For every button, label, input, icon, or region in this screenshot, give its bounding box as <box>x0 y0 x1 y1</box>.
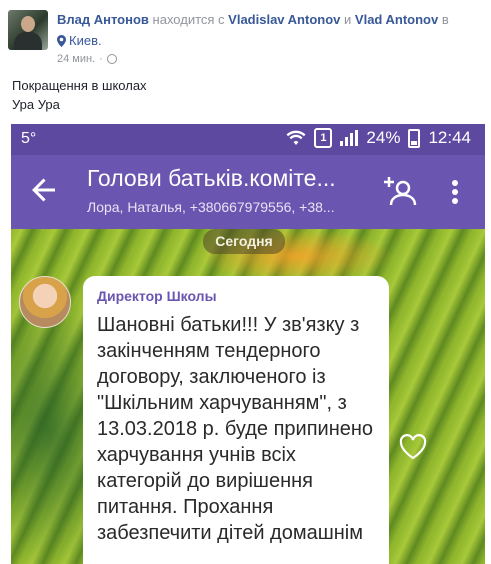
post-text-line-1: Покращення в школах <box>12 78 147 93</box>
chat-title[interactable]: Голови батьків.коміте... <box>87 165 336 192</box>
back-arrow-icon[interactable] <box>29 175 59 205</box>
tagged-user-link-1[interactable]: Vladislav Antonov <box>228 12 340 27</box>
date-separator: Сегодня <box>203 229 285 254</box>
prep-text: в <box>441 12 449 27</box>
sender-name: Директор Школы <box>97 288 217 304</box>
wifi-icon <box>286 130 306 145</box>
message-text: Шановні батьки!!! У зв'язку з закінчення… <box>97 314 374 544</box>
clock-text: 12:44 <box>428 128 471 147</box>
like-heart-icon[interactable] <box>399 434 427 460</box>
more-options-icon[interactable] <box>445 179 465 205</box>
location-link[interactable]: Киев. <box>57 33 102 48</box>
author-name-link[interactable]: Влад Антонов <box>57 12 149 27</box>
phone-status-bar: 5° 1 24% 12:44 <box>11 124 485 155</box>
post-meta: 24 мин. · <box>57 53 117 65</box>
sim-badge: 1 <box>314 128 333 148</box>
verb-text: находится с <box>152 12 225 27</box>
meta-separator: · <box>99 53 103 65</box>
author-avatar[interactable] <box>8 10 48 50</box>
globe-icon[interactable] <box>106 54 117 64</box>
post-heading: Влад Антонов находится с Vladislav Anton… <box>57 12 449 27</box>
conj-text: и <box>344 12 352 27</box>
chat-participants[interactable]: Лора, Наталья, +380667979556, +38... <box>87 199 335 215</box>
chat-app-bar: Голови батьків.коміте... Лора, Наталья, … <box>11 155 485 229</box>
add-participant-icon[interactable] <box>383 175 417 209</box>
tagged-user-link-2[interactable]: Vlad Antonov <box>355 12 438 27</box>
map-pin-icon <box>57 34 66 47</box>
message-bubble[interactable]: Директор Школы Шановні батьки!!! У зв'яз… <box>83 276 389 564</box>
attached-screenshot[interactable]: 5° 1 24% 12:44 Голови батьків.коміте... … <box>11 124 485 564</box>
battery-icon <box>408 128 421 148</box>
temperature-text: 5° <box>21 130 37 147</box>
battery-percent: 24% <box>366 128 401 147</box>
timestamp-link[interactable]: 24 мин. <box>57 53 95 65</box>
post-text: Покращення в школах Ура Ура <box>12 76 147 114</box>
signal-icon <box>340 130 359 146</box>
location-text: Киев. <box>69 33 102 48</box>
post-header: Влад Антонов находится с Vladislav Anton… <box>0 0 491 70</box>
sender-avatar[interactable] <box>19 276 71 328</box>
post-text-line-2: Ура Ура <box>12 97 60 112</box>
